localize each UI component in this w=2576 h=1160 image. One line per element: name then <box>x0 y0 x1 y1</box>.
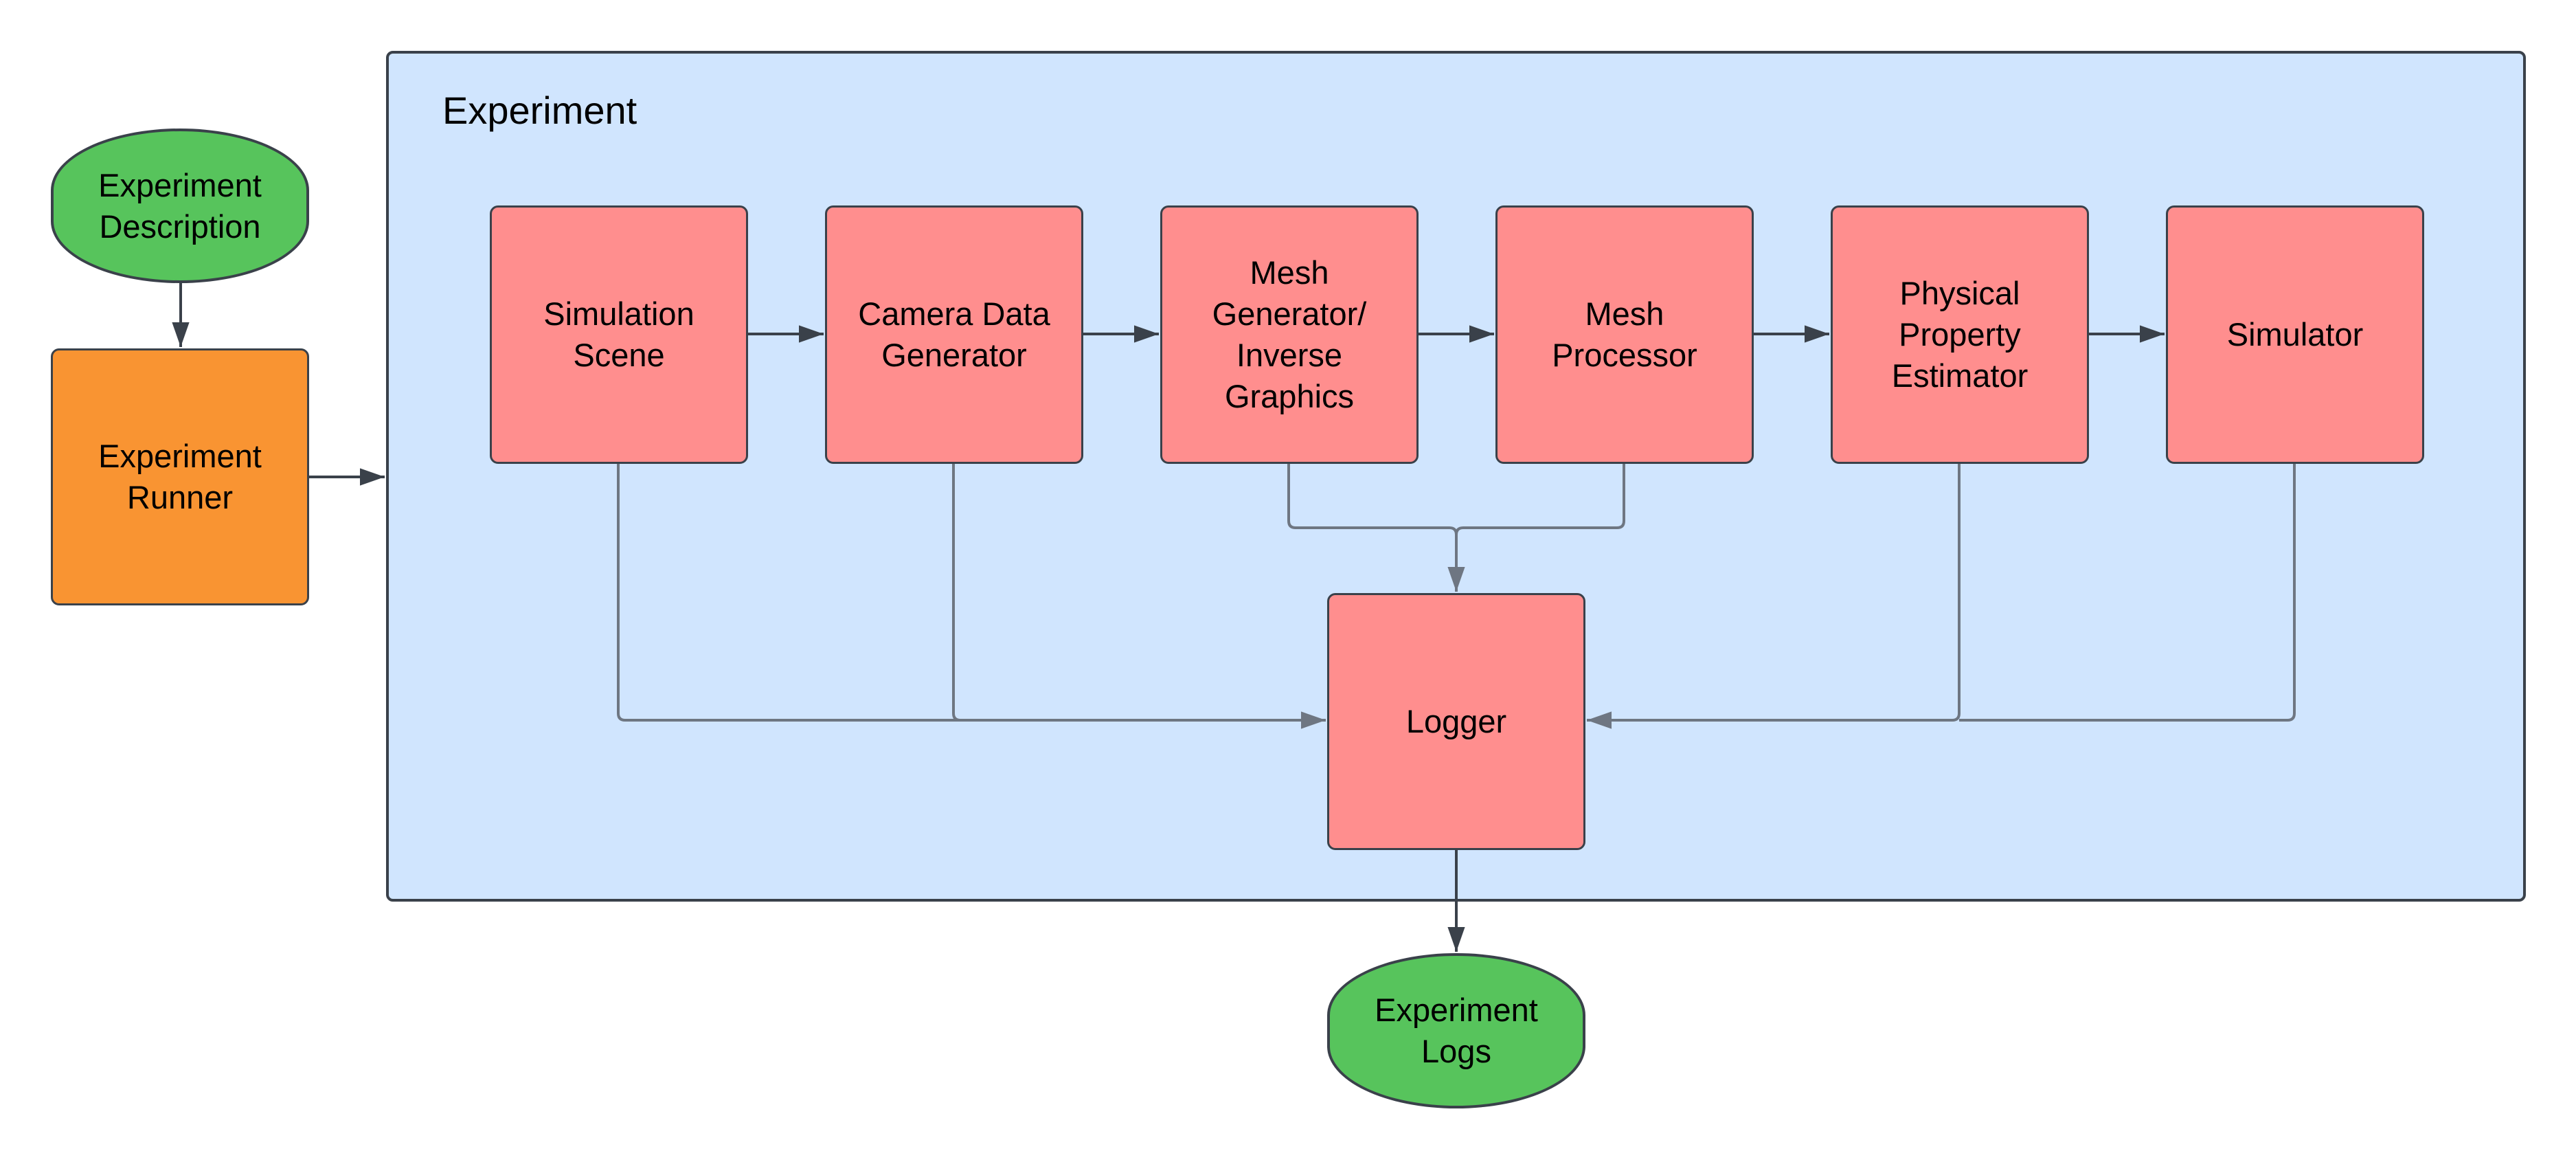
edges-layer <box>172 283 2296 952</box>
edge-scene-logger <box>617 464 1326 729</box>
edge-simulator-logger <box>1959 464 2296 722</box>
edge-meshgen-logger <box>1287 464 1465 592</box>
edge-meshproc-logger <box>1455 464 1625 535</box>
edge-camera-logger <box>952 464 961 722</box>
edge-estimator-logger <box>1587 464 1961 729</box>
diagram-canvas: Experiment Description Experiment Runner… <box>0 0 2576 1160</box>
